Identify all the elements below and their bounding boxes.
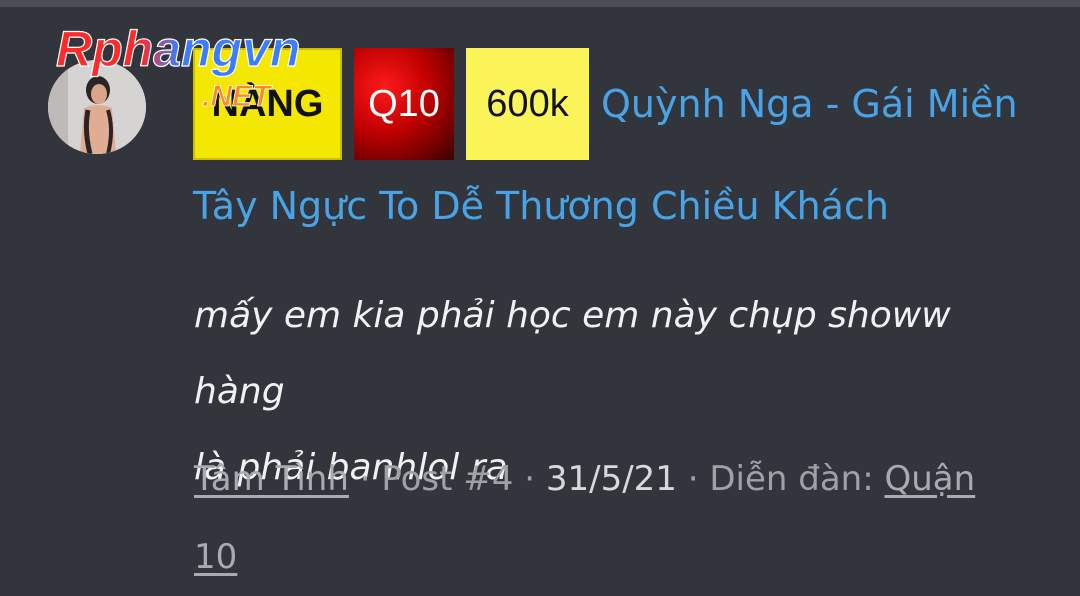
meta-separator: · [348, 459, 382, 499]
badge-price[interactable]: 600k [466, 48, 589, 160]
post-number: Post #4 [381, 459, 514, 499]
top-divider [0, 0, 1080, 7]
avatar-image [48, 60, 146, 154]
snippet-line: mấy em kia phải học em này chụp showw hà… [194, 295, 951, 412]
meta-separator: · [676, 459, 710, 499]
post-date: 31/5/21 [545, 459, 677, 499]
badge-q10[interactable]: Q10 [354, 48, 454, 160]
avatar[interactable] [48, 60, 146, 154]
thread-title-link[interactable]: Quỳnh Nga - Gái Miền [601, 48, 1018, 160]
forum-link-continued[interactable]: 10 [194, 537, 237, 577]
meta-separator: · [513, 459, 546, 499]
badge-nang[interactable]: NÀNG [193, 48, 342, 160]
thread-title-link-continued[interactable]: Tây Ngực To Dễ Thương Chiều Khách [193, 184, 889, 228]
post-meta: Tâm Tình · Post #4 · 31/5/21 · Diễn đàn:… [194, 440, 1044, 596]
forum-label: Diễn đàn: [709, 459, 885, 499]
thread-title: NÀNG Q10 600k Quỳnh Nga - Gái Miền Tây N… [193, 48, 1053, 228]
forum-link[interactable]: Quận [885, 459, 976, 499]
author-link[interactable]: Tâm Tình [194, 459, 349, 499]
